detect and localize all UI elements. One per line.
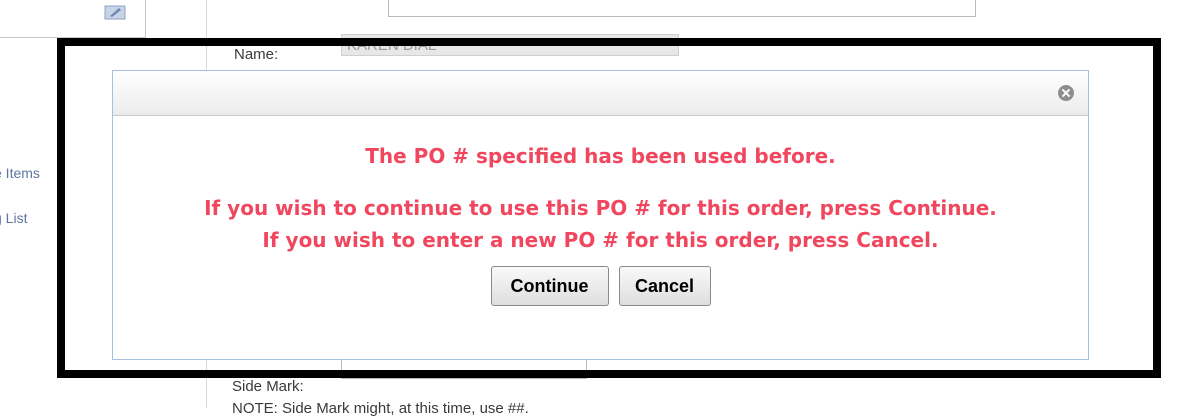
close-icon[interactable] xyxy=(1058,85,1074,101)
po-used-message: The PO # specified has been used before. xyxy=(365,144,836,168)
left-panel xyxy=(0,0,146,38)
cancel-instruction: If you wish to enter a new PO # for this… xyxy=(262,228,939,252)
side-mark-note: NOTE: Side Mark might, at this time, use… xyxy=(232,400,529,417)
dialog-buttons: Continue Cancel xyxy=(113,266,1088,306)
dialog-titlebar xyxy=(113,71,1088,116)
edit-icon[interactable] xyxy=(104,4,126,20)
name-field: KAREN DIAL xyxy=(341,34,679,56)
lower-input-box[interactable] xyxy=(341,360,587,379)
po-warning-dialog: The PO # specified has been used before.… xyxy=(112,70,1089,360)
top-input-box[interactable] xyxy=(388,0,976,17)
side-mark-label: Side Mark: xyxy=(232,378,304,395)
sidebar-link-items[interactable]: e Items xyxy=(0,165,40,181)
sidebar-link-list[interactable]: g List xyxy=(0,210,27,226)
cancel-button[interactable]: Cancel xyxy=(618,266,711,306)
continue-instruction: If you wish to continue to use this PO #… xyxy=(204,196,997,220)
continue-button[interactable]: Continue xyxy=(490,266,609,306)
name-label: Name: xyxy=(234,46,279,63)
dialog-body: The PO # specified has been used before.… xyxy=(113,144,1088,306)
